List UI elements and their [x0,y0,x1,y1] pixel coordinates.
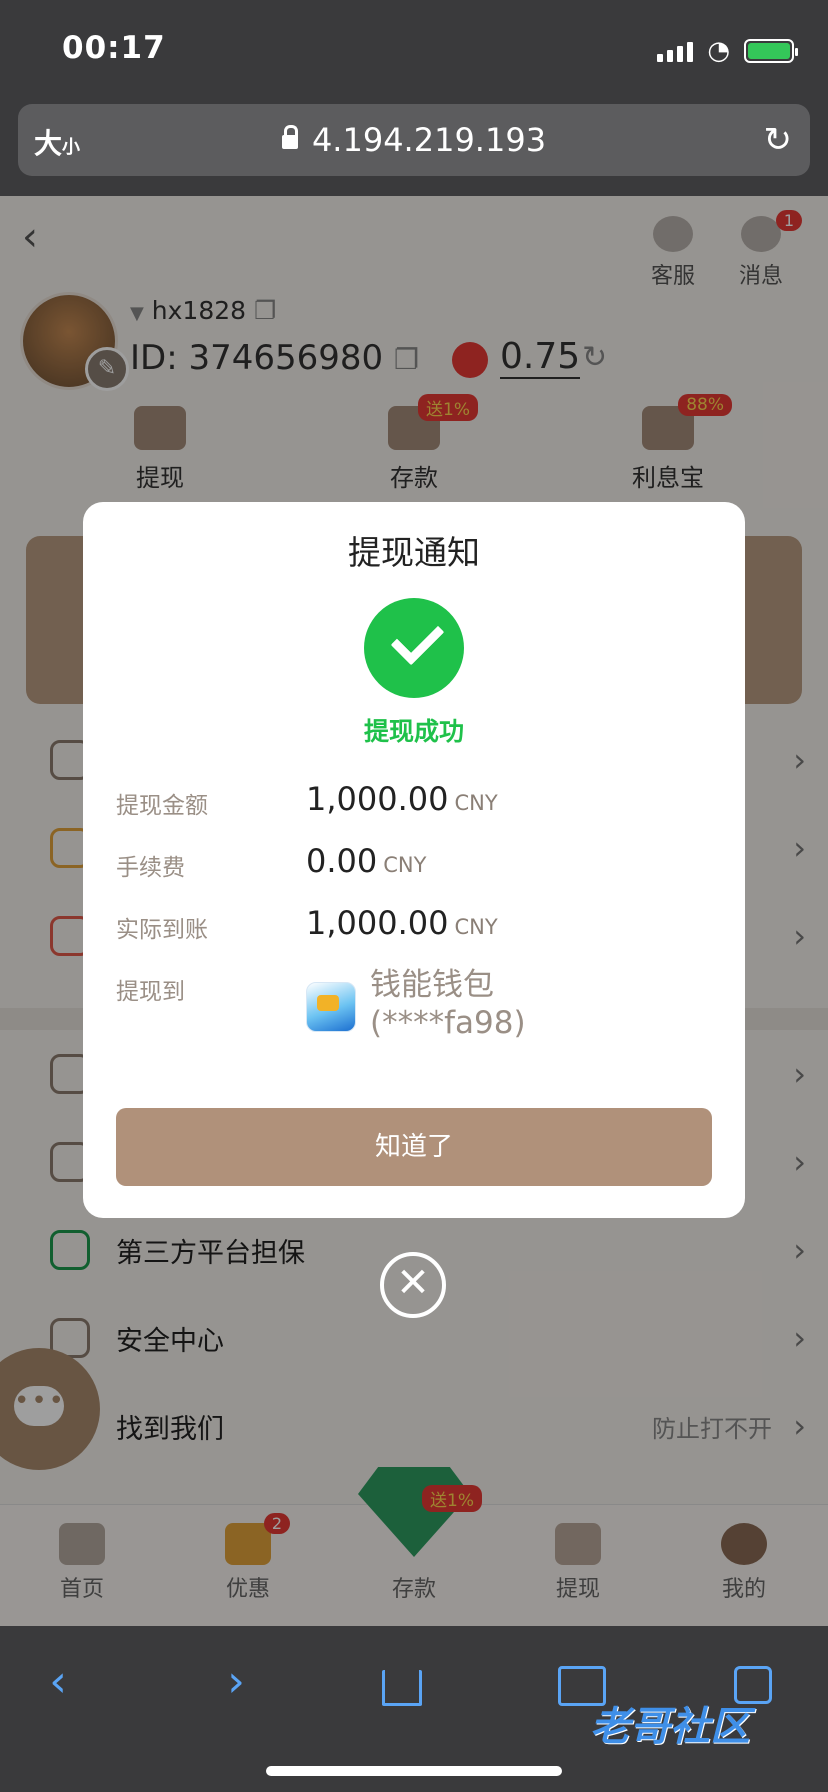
status-time: 00:17 [62,30,166,66]
close-icon[interactable]: ✕ [380,1252,446,1318]
reload-icon[interactable]: ↻ [764,120,793,160]
fee-value: 0.00 [306,842,378,880]
forward-arrow-icon[interactable]: › [206,1654,266,1714]
received-row: 实际到账 1,000.00 CNY [116,904,498,943]
address-bar[interactable]: 大小 4.194.219.193 ↻ [18,104,810,176]
destination-row: 提现到 钱能钱包 (****fa98) [116,967,526,1041]
withdraw-notice-dialog: 提现通知 提现成功 提现金额 1,000.00 CNY 手续费 0.00 CNY 实… [83,502,745,1218]
home-indicator[interactable] [266,1766,562,1776]
wifi-icon: ◔ [707,36,730,66]
url-field[interactable]: 4.194.219.193 [18,121,810,159]
withdraw-status: 提现成功 [363,717,464,746]
amount-row: 提现金额 1,000.00 CNY [116,780,498,819]
got-it-button[interactable]: 知道了 [116,1108,712,1186]
cellular-signal-icon [657,40,694,62]
wallet-app-icon [306,982,356,1032]
amount-value: 1,000.00 [306,780,449,818]
dialog-title: 提现通知 [348,533,480,572]
back-arrow-icon[interactable]: ‹ [28,1654,88,1714]
received-value: 1,000.00 [306,904,449,942]
lock-icon [281,125,298,149]
watermark-logo: 老哥社区 [590,1704,750,1750]
fee-row: 手续费 0.00 CNY [116,842,427,881]
status-bar: 00:17 ◔ [0,0,828,98]
battery-charging-icon [744,39,798,63]
url-text: 4.194.219.193 [311,121,547,159]
success-check-icon [364,598,464,698]
share-icon[interactable] [382,1670,422,1706]
wallet-name: 钱能钱包 [370,967,494,1003]
wallet-account: (****fa98) [370,1005,526,1041]
status-icons: ◔ [657,36,798,66]
